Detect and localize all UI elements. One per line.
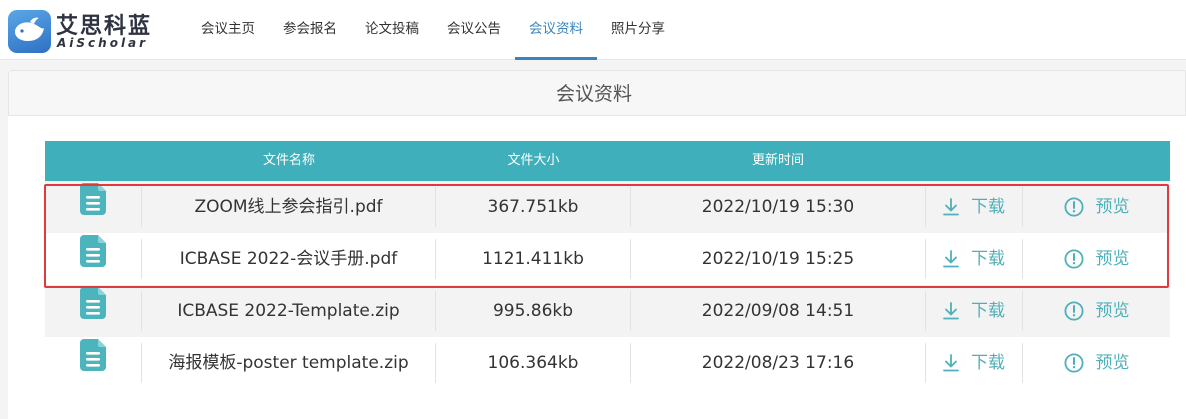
preview-button[interactable]: 预览: [1063, 285, 1130, 337]
table-row: 海报模板-poster template.zip 106.364kb 2022/…: [45, 337, 1170, 389]
header-update-time: 更新时间: [752, 153, 805, 168]
download-label: 下载: [971, 301, 1005, 321]
preview-button[interactable]: 预览: [1063, 233, 1130, 285]
site-logo[interactable]: 艾思科蓝 AiScholar: [8, 8, 158, 54]
preview-cell: 预览: [1023, 181, 1170, 233]
materials-table: 文件名称 文件大小 更新时间 ZOOM线上参会指引.pdf 367.751kb …: [45, 141, 1170, 389]
download-cell: 下载: [926, 187, 1023, 227]
header-file-name: 文件名称: [262, 153, 315, 168]
materials-panel: 会议资料 文件名称 文件大小 更新时间 ZOOM线上参会指引.pdf 367.7…: [8, 70, 1186, 419]
panel-title: 会议资料: [555, 83, 632, 105]
download-icon: [943, 250, 959, 268]
panel-title-bar: 会议资料: [8, 70, 1186, 116]
file-document-icon: [80, 339, 106, 386]
table-body: ZOOM线上参会指引.pdf 367.751kb 2022/10/19 15:3…: [45, 181, 1170, 389]
table-row: ICBASE 2022-Template.zip 995.86kb 2022/0…: [45, 285, 1170, 337]
info-circle-icon: [1063, 353, 1084, 373]
update-time: 2022/09/08 14:51: [631, 291, 926, 331]
preview-button[interactable]: 预览: [1063, 337, 1130, 389]
download-button[interactable]: 下载: [943, 239, 1005, 279]
info-circle-icon: [1063, 249, 1084, 269]
preview-label: 预览: [1095, 301, 1130, 321]
download-icon: [943, 198, 959, 216]
download-button[interactable]: 下载: [943, 187, 1005, 227]
download-cell: 下载: [926, 291, 1023, 331]
download-icon: [943, 354, 959, 372]
download-label: 下载: [971, 249, 1005, 269]
main-nav: 会议主页 参会报名 论文投稿 会议公告 会议资料 照片分享: [187, 0, 679, 60]
nav-item-home[interactable]: 会议主页: [187, 0, 269, 60]
file-name: 海报模板-poster template.zip: [142, 343, 436, 383]
file-document-icon: [80, 287, 106, 334]
preview-cell: 预览: [1023, 233, 1170, 285]
table-row: ICBASE 2022-会议手册.pdf 1121.411kb 2022/10/…: [45, 233, 1170, 285]
file-name: ICBASE 2022-会议手册.pdf: [142, 239, 436, 279]
file-icon-cell: [45, 339, 142, 383]
nav-item-photos[interactable]: 照片分享: [597, 0, 679, 60]
logo-text-en: AiScholar: [57, 36, 149, 50]
preview-cell: 预览: [1023, 285, 1170, 337]
file-name: ZOOM线上参会指引.pdf: [142, 187, 436, 227]
info-circle-icon: [1063, 301, 1084, 321]
preview-label: 预览: [1095, 353, 1130, 373]
file-size: 367.751kb: [436, 187, 631, 227]
download-button[interactable]: 下载: [943, 343, 1005, 383]
preview-button[interactable]: 预览: [1063, 181, 1130, 233]
file-document-icon: [80, 235, 106, 282]
nav-item-registration[interactable]: 参会报名: [269, 0, 351, 60]
nav-item-submission[interactable]: 论文投稿: [351, 0, 433, 60]
top-header: 艾思科蓝 AiScholar 会议主页 参会报名 论文投稿 会议公告 会议资料 …: [0, 0, 1186, 60]
nav-item-materials[interactable]: 会议资料: [515, 0, 597, 60]
download-cell: 下载: [926, 343, 1023, 383]
logo-badge-icon: [8, 10, 51, 53]
preview-label: 预览: [1095, 197, 1130, 217]
table-header: 文件名称 文件大小 更新时间: [45, 141, 1170, 181]
preview-cell: 预览: [1023, 337, 1170, 389]
file-name: ICBASE 2022-Template.zip: [142, 291, 436, 331]
download-label: 下载: [971, 197, 1005, 217]
nav-item-announcements[interactable]: 会议公告: [433, 0, 515, 60]
file-icon-cell: [45, 183, 142, 227]
download-label: 下载: [971, 353, 1005, 373]
file-size: 995.86kb: [436, 291, 631, 331]
update-time: 2022/10/19 15:25: [631, 239, 926, 279]
file-size: 1121.411kb: [436, 239, 631, 279]
header-file-size: 文件大小: [507, 153, 560, 168]
update-time: 2022/10/19 15:30: [631, 187, 926, 227]
download-button[interactable]: 下载: [943, 291, 1005, 331]
update-time: 2022/08/23 17:16: [631, 343, 926, 383]
download-icon: [943, 302, 959, 320]
file-icon-cell: [45, 235, 142, 279]
info-circle-icon: [1063, 197, 1084, 217]
table-row: ZOOM线上参会指引.pdf 367.751kb 2022/10/19 15:3…: [45, 181, 1170, 233]
file-document-icon: [80, 183, 106, 230]
file-size: 106.364kb: [436, 343, 631, 383]
preview-label: 预览: [1095, 249, 1130, 269]
download-cell: 下载: [926, 239, 1023, 279]
file-icon-cell: [45, 287, 142, 331]
